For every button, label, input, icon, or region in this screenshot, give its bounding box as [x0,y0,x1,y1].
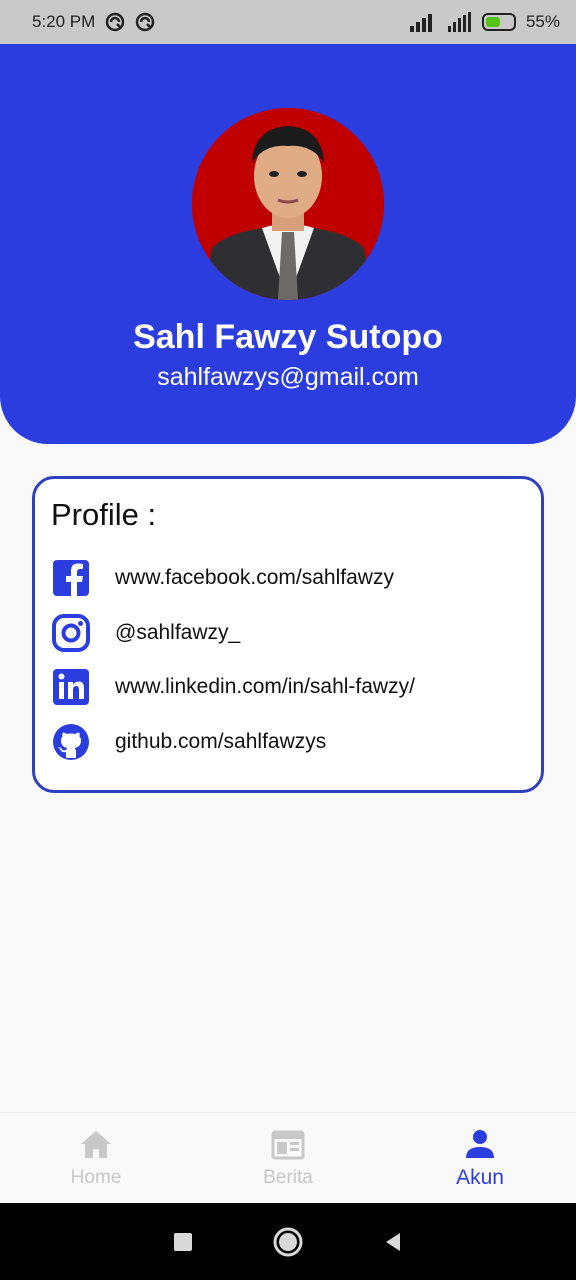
instagram-icon [52,613,90,652]
nav-item-akun[interactable]: Akun [384,1113,576,1203]
instagram-link-text: @sahlfawzy_ [115,620,241,644]
newspaper-icon [271,1130,305,1160]
notification-icon [136,12,155,32]
avatar [192,108,384,300]
profile-name: Sahl Fawzy Sutopo [133,318,443,356]
system-nav-bar [0,1203,576,1280]
home-button[interactable] [272,1226,304,1258]
status-bar: 5:20 PM 55% [0,0,576,44]
profile-card: Profile : www.facebook.com/sahlfawzy @sa… [32,476,544,793]
facebook-link[interactable]: www.facebook.com/sahlfawzy [51,551,525,606]
home-icon [81,1131,111,1158]
battery-level [485,17,501,27]
linkedin-link-text: www.linkedin.com/in/sahl-fawzy/ [115,675,415,699]
square-icon [173,1232,192,1251]
signal-icon [409,14,432,32]
status-time: 5:20 PM [32,12,96,31]
avatar-image [192,108,384,300]
facebook-icon [53,560,89,597]
nav-item-berita[interactable]: Berita [192,1113,384,1203]
nav-label-berita: Berita [263,1167,313,1188]
nav-label-akun: Akun [456,1166,504,1189]
linkedin-link[interactable]: www.linkedin.com/in/sahl-fawzy/ [51,660,525,715]
back-triangle-icon [386,1232,401,1251]
circle-icon [273,1227,303,1256]
back-button[interactable] [377,1226,409,1258]
github-link-text: github.com/sahlfawzys [115,729,327,753]
battery-icon [481,13,516,31]
status-right: 55% [409,12,560,32]
profile-header: Sahl Fawzy Sutopo sahlfawzys@gmail.com [0,44,576,444]
profile-email: sahlfawzys@gmail.com [157,363,419,391]
github-icon [53,723,89,760]
linkedin-icon [53,669,89,706]
instagram-link[interactable]: @sahlfawzy_ [51,606,525,661]
facebook-link-text: www.facebook.com/sahlfawzy [115,566,394,590]
notification-icon [106,12,125,32]
signal-4g-icon [447,12,471,32]
recents-button[interactable] [167,1226,199,1258]
card-title: Profile : [51,497,157,532]
nav-label-home: Home [70,1167,122,1188]
battery-percent: 55% [525,12,560,31]
github-link[interactable]: github.com/sahlfawzys [51,715,525,770]
nav-item-home[interactable]: Home [0,1113,192,1203]
bottom-nav: Home Berita Akun [0,1112,576,1203]
status-left: 5:20 PM [32,12,155,32]
person-icon [466,1130,494,1158]
